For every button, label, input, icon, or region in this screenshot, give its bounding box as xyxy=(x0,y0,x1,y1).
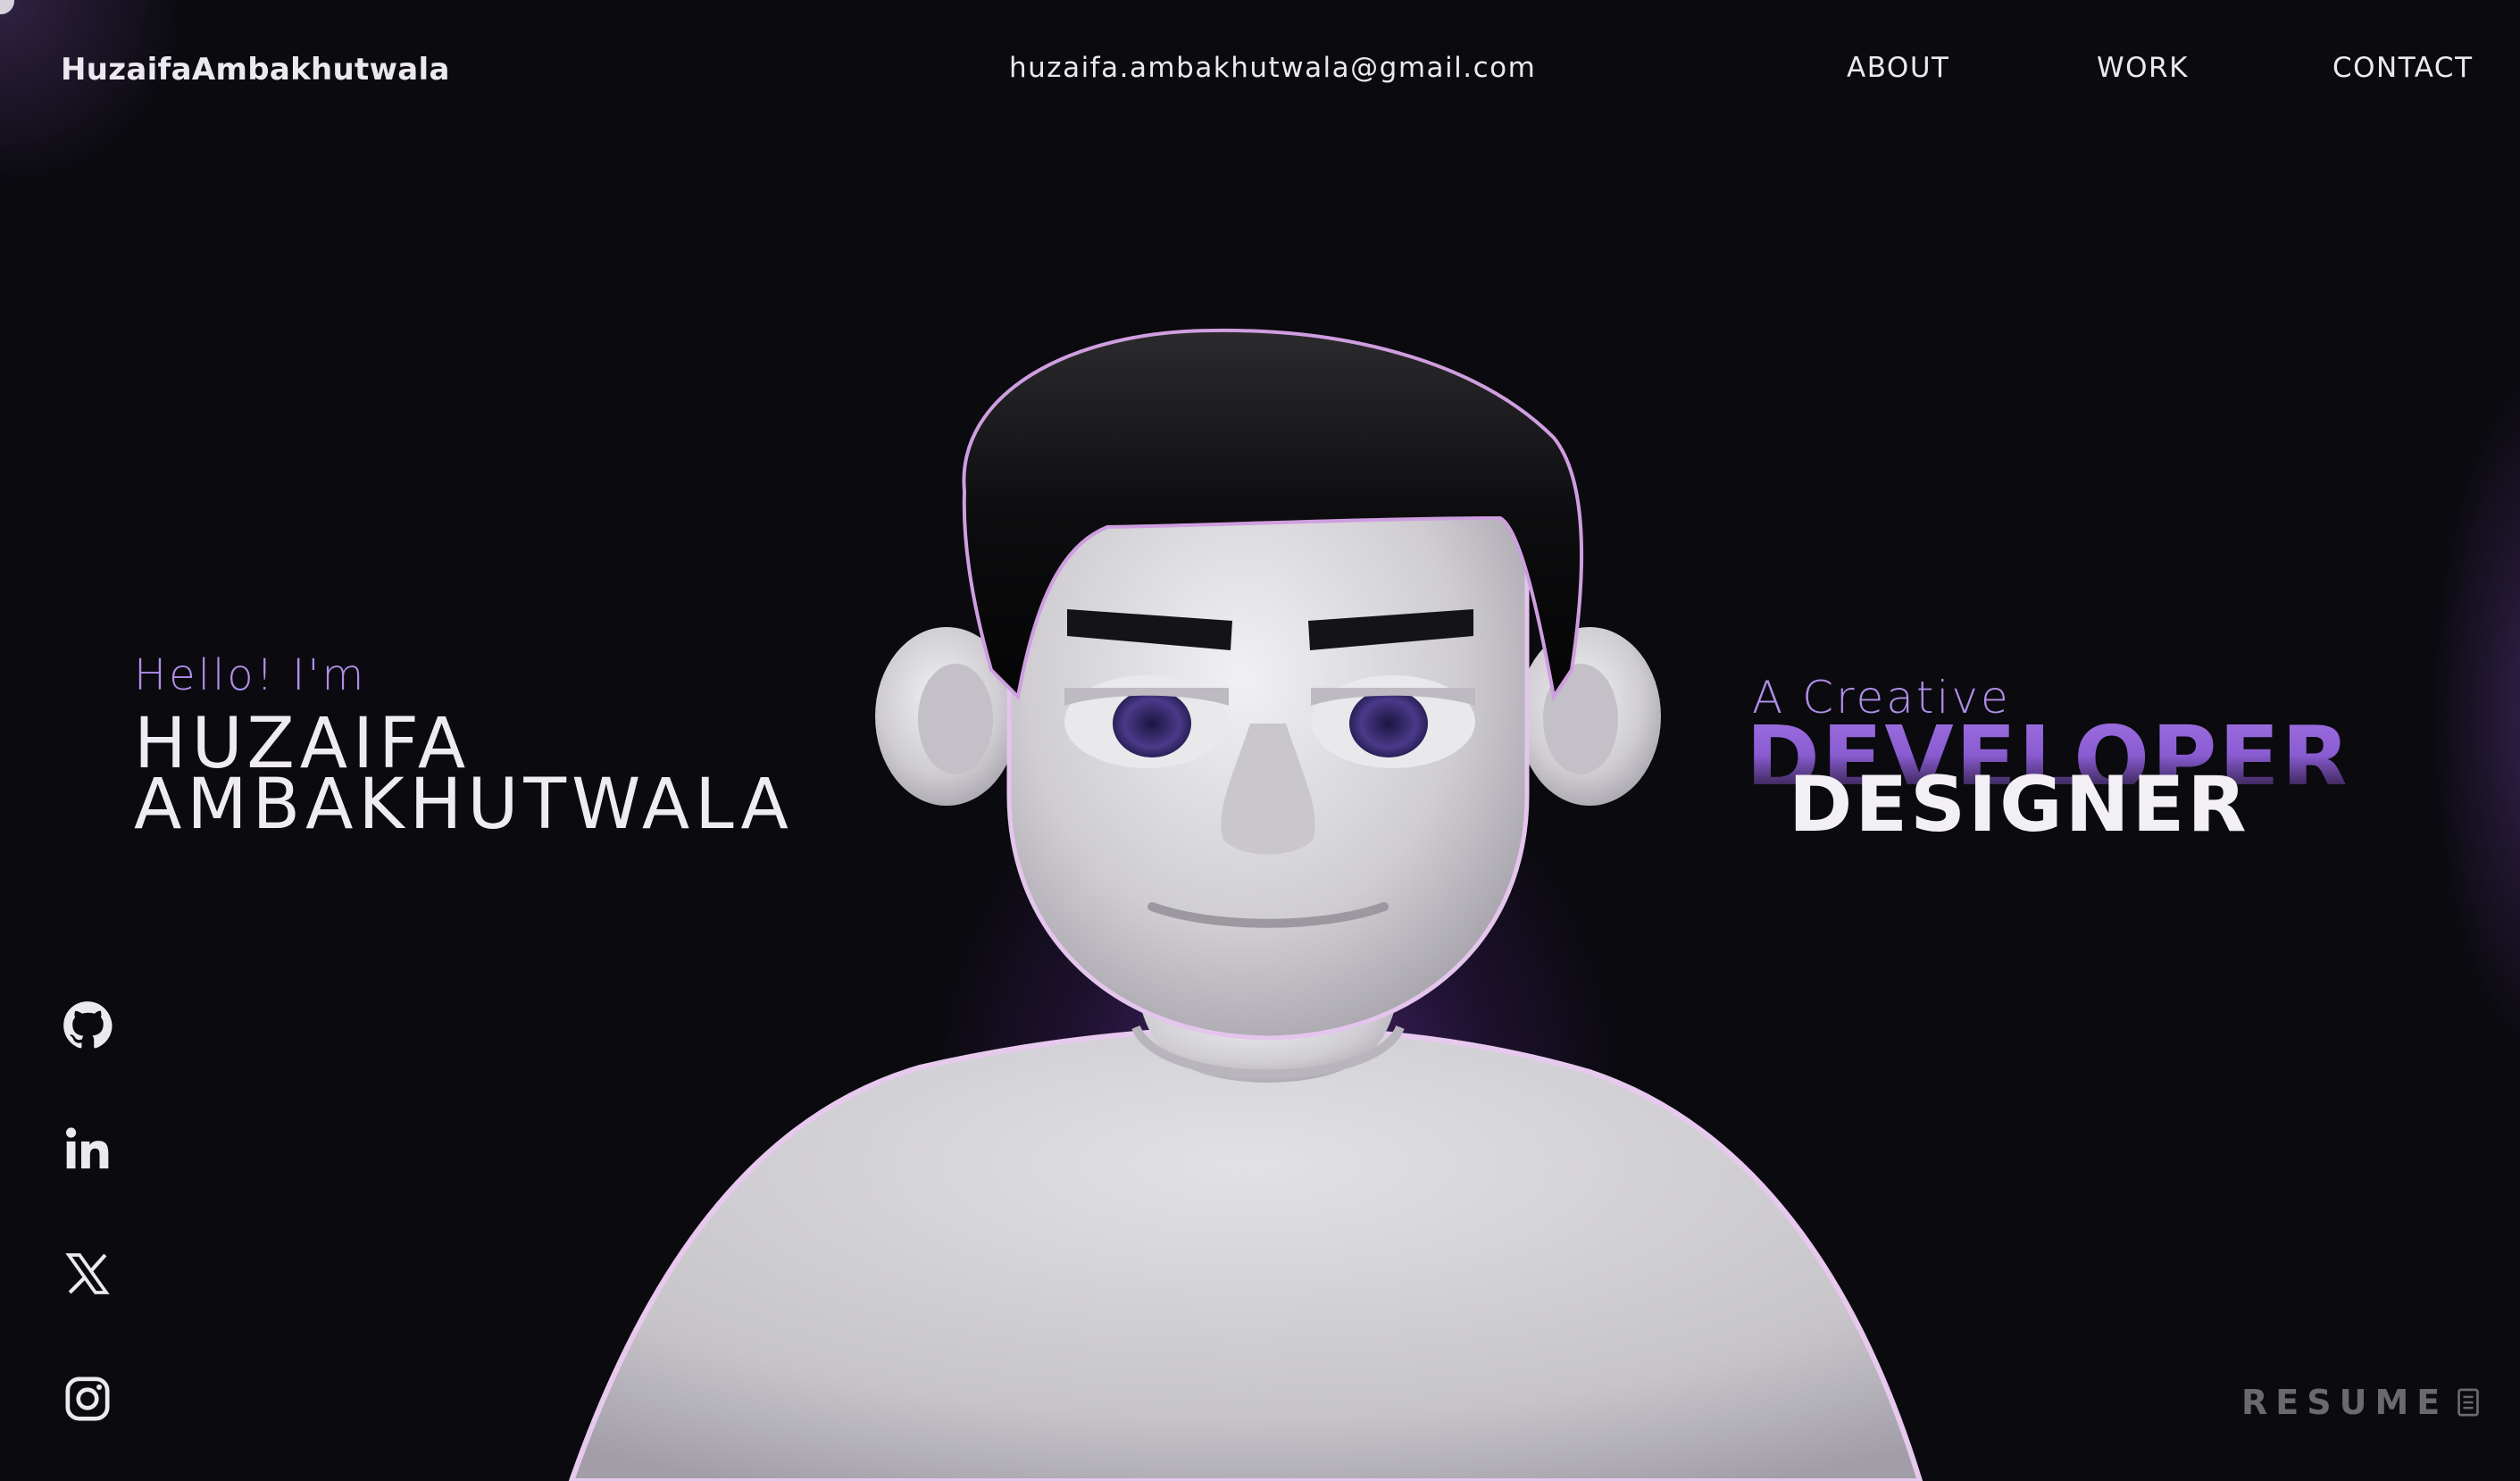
last-name: AMBAKHUTWALA xyxy=(134,765,794,845)
cursor-dot xyxy=(0,0,14,14)
x-twitter-link[interactable] xyxy=(63,1249,113,1299)
linkedin-link[interactable] xyxy=(63,1124,113,1174)
avatar-ear-left-inner xyxy=(918,664,993,774)
avatar-iris-left xyxy=(1113,690,1191,757)
instagram-icon xyxy=(65,1376,110,1421)
resume-label: RESUME xyxy=(2241,1383,2449,1422)
x-twitter-icon xyxy=(65,1253,110,1294)
email-link[interactable]: huzaifa.ambakhutwala@gmail.com xyxy=(1009,52,1536,84)
avatar-shirt xyxy=(568,1025,1923,1481)
role-title-front: DESIGNER xyxy=(1789,760,2249,849)
nav-work[interactable]: WORK xyxy=(2097,52,2189,84)
site-logo[interactable]: HuzaifaAmbakhutwala xyxy=(61,52,450,88)
greeting-text: Hello! I'm xyxy=(134,650,367,700)
avatar-iris-right xyxy=(1349,690,1428,757)
page: HuzaifaAmbakhutwala huzaifa.ambakhutwala… xyxy=(0,0,2520,1481)
github-icon xyxy=(63,1001,113,1049)
nav-contact[interactable]: CONTACT xyxy=(2332,52,2474,84)
avatar-illustration xyxy=(568,328,1923,1481)
github-link[interactable] xyxy=(63,1000,113,1050)
document-icon xyxy=(2457,1388,2480,1417)
resume-button[interactable]: RESUME xyxy=(2241,1383,2480,1422)
nav-about[interactable]: ABOUT xyxy=(1847,52,1949,84)
instagram-link[interactable] xyxy=(63,1374,113,1424)
linkedin-icon xyxy=(65,1127,109,1169)
